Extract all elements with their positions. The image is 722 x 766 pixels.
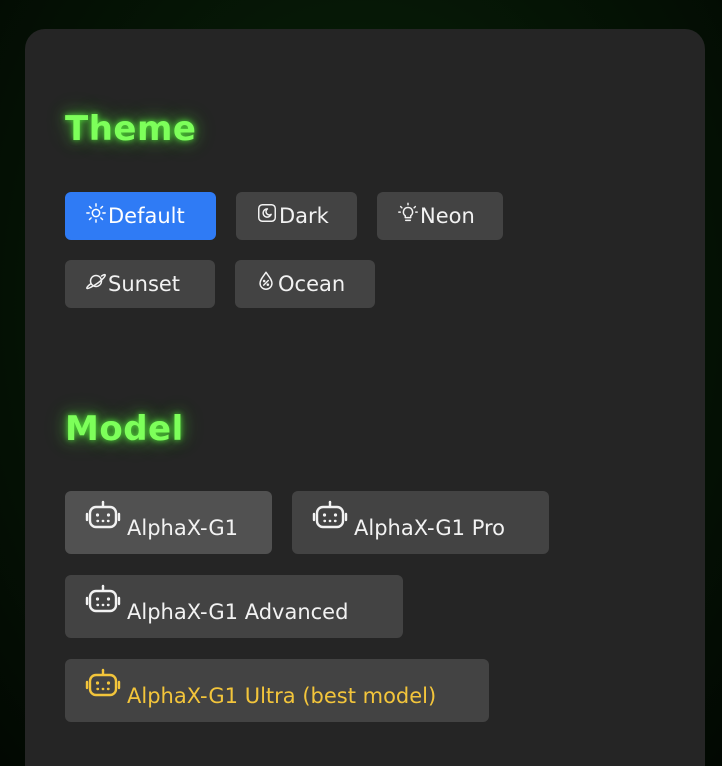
theme-default-button[interactable]: Default (65, 192, 216, 240)
model-alphax-g1-label: AlphaX-G1 (127, 515, 239, 540)
theme-default-label: Default (108, 204, 185, 228)
model-alphax-g1-button[interactable]: AlphaX-G1 (65, 491, 272, 554)
settings-panel: Theme Default Dark Neon Sunset Ocean Mod… (25, 29, 705, 766)
model-alphax-g1-ultra-button[interactable]: AlphaX-G1 Ultra (best model) (65, 659, 489, 722)
model-alphax-g1-pro-button[interactable]: AlphaX-G1 Pro (292, 491, 549, 554)
theme-neon-label: Neon (420, 204, 475, 228)
theme-neon-button[interactable]: Neon (377, 192, 503, 240)
lightbulb-icon (398, 202, 418, 222)
theme-heading: Theme (65, 109, 197, 149)
model-alphax-g1-advanced-label: AlphaX-G1 Advanced (127, 599, 349, 624)
theme-sunset-label: Sunset (108, 272, 181, 296)
robot-icon (85, 668, 121, 696)
theme-sunset-button[interactable]: Sunset (65, 260, 215, 308)
planet-icon (86, 273, 106, 290)
model-heading: Model (65, 409, 184, 449)
theme-dark-label: Dark (279, 204, 329, 228)
sun-icon (86, 203, 106, 223)
moon-card-icon (258, 204, 276, 222)
robot-icon (85, 584, 121, 612)
theme-ocean-label: Ocean (278, 272, 346, 296)
robot-icon (312, 500, 348, 528)
theme-ocean-button[interactable]: Ocean (235, 260, 375, 308)
model-alphax-g1-advanced-button[interactable]: AlphaX-G1 Advanced (65, 575, 403, 638)
model-alphax-g1-pro-label: AlphaX-G1 Pro (354, 515, 506, 540)
robot-icon (85, 500, 121, 528)
water-drop-icon (259, 271, 273, 290)
model-alphax-g1-ultra-label: AlphaX-G1 Ultra (best model) (127, 683, 437, 708)
theme-dark-button[interactable]: Dark (236, 192, 357, 240)
